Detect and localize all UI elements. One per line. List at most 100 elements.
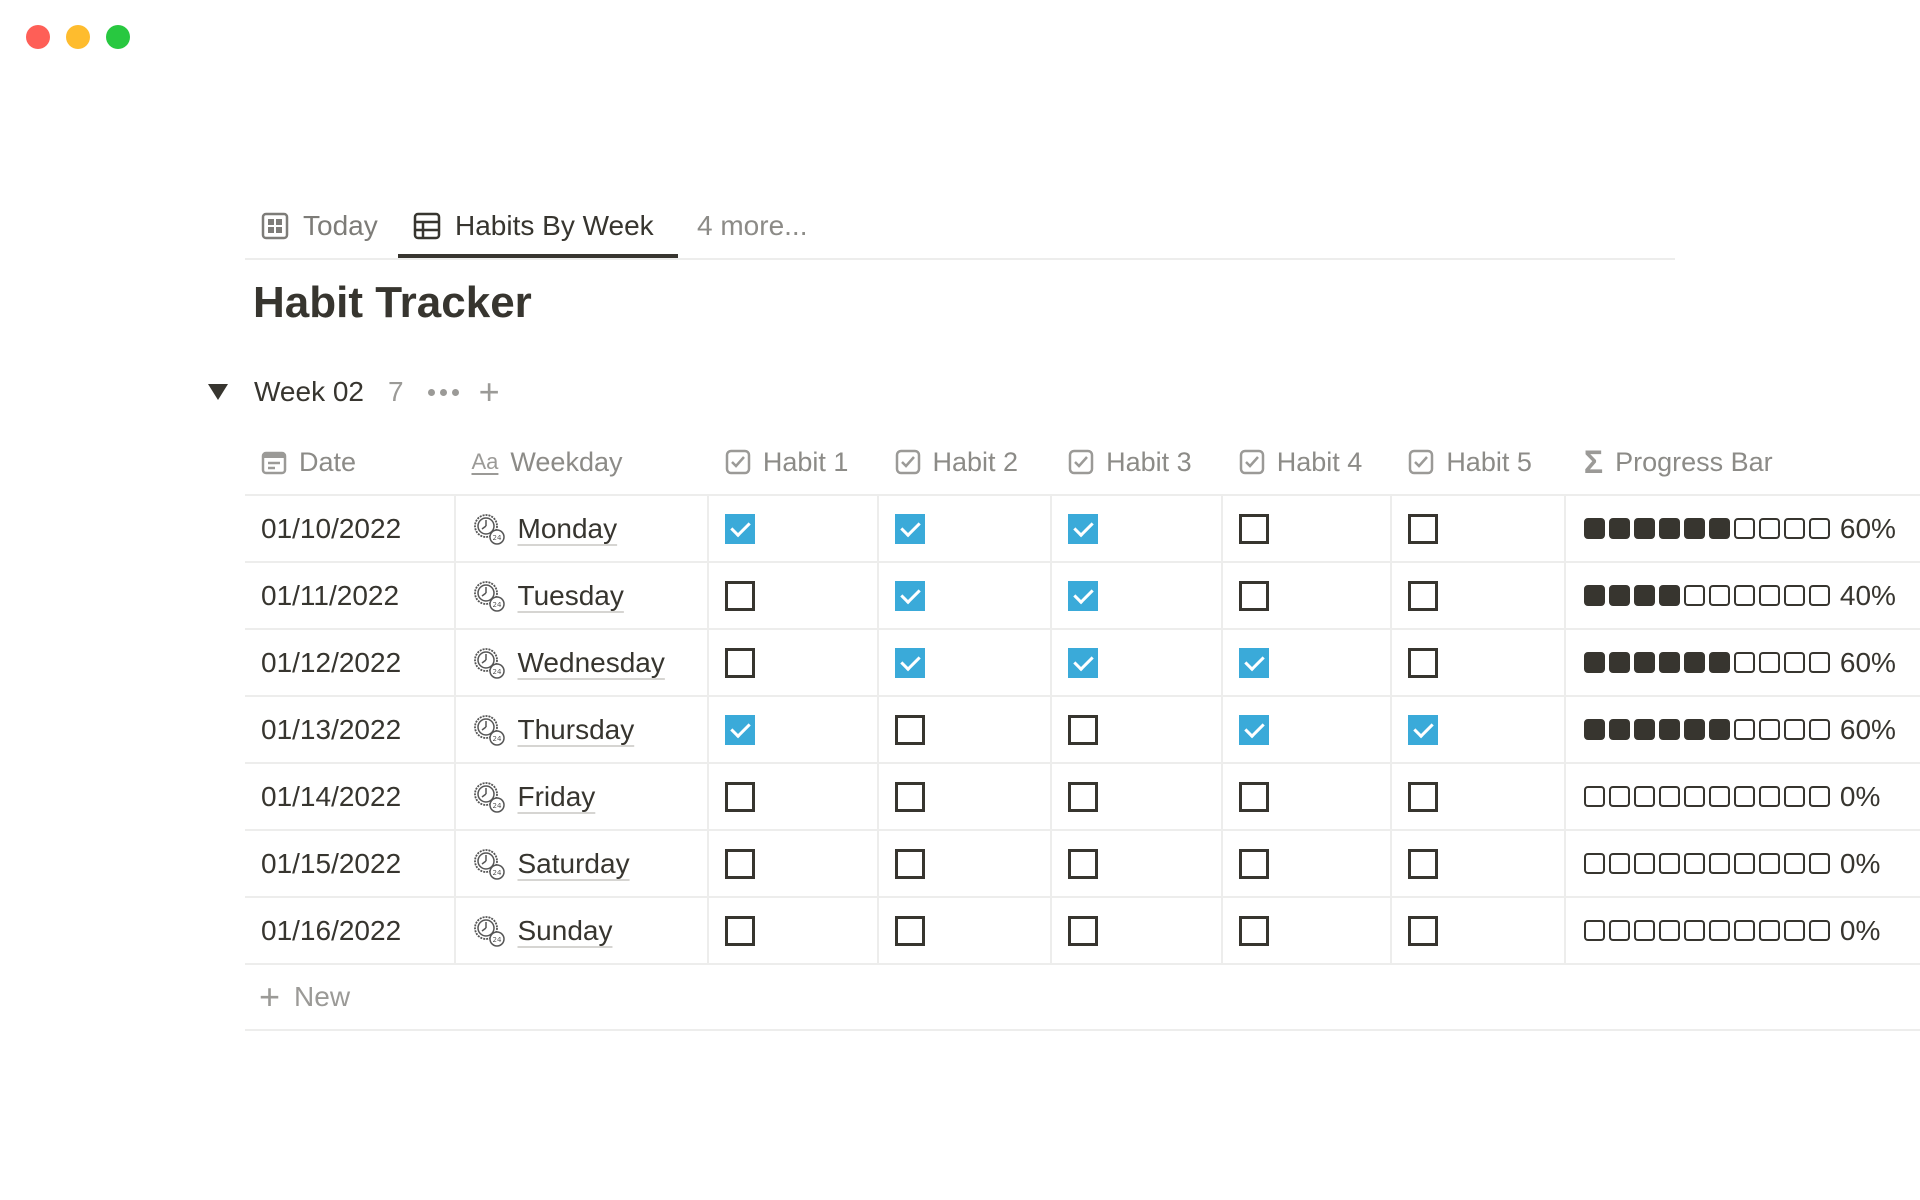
date-cell[interactable]: 01/16/2022 [245,898,456,963]
column-header-weekday[interactable]: Aa Weekday [456,430,709,494]
habit-1-checkbox[interactable] [724,714,755,745]
habit-2-cell [879,496,1053,561]
progress-bar [1583,585,1830,606]
column-header-date[interactable]: Date [245,430,456,494]
habit-2-checkbox[interactable] [894,848,925,879]
habit-1-checkbox[interactable] [724,513,755,544]
progress-square [1583,920,1605,941]
habit-5-checkbox[interactable] [1408,714,1439,745]
column-label: Date [299,446,357,477]
habit-1-checkbox[interactable] [724,580,755,611]
habit-1-checkbox[interactable] [724,781,755,812]
collapse-toggle-icon[interactable] [208,384,228,400]
habit-2-cell [879,898,1053,963]
habit-3-checkbox[interactable] [1068,848,1099,879]
habit-3-checkbox[interactable] [1068,714,1099,745]
habit-1-checkbox[interactable] [724,848,755,879]
progress-square [1633,652,1655,673]
habit-2-checkbox[interactable] [894,714,925,745]
date-cell[interactable]: 01/11/2022 [245,563,456,628]
habit-2-checkbox[interactable] [894,580,925,611]
habit-3-checkbox[interactable] [1068,781,1099,812]
weekday-cell[interactable]: 24 Thursday [456,697,709,762]
habit-4-checkbox[interactable] [1238,580,1269,611]
text-property-icon: Aa [471,449,499,474]
habit-4-checkbox[interactable] [1238,848,1269,879]
weekday-link[interactable]: Thursday [518,714,635,746]
weekday-cell[interactable]: 24 Monday [456,496,709,561]
weekday-link[interactable]: Saturday [518,848,630,880]
progress-square [1758,920,1780,941]
tab-habits-by-week[interactable]: Habits By Week [413,196,654,256]
weekday-cell[interactable]: 24 Sunday [456,898,709,963]
progress-square [1708,853,1730,874]
date-cell[interactable]: 01/12/2022 [245,630,456,695]
column-header-progress-bar[interactable]: Σ Progress Bar [1566,430,1920,494]
progress-square [1733,719,1755,740]
habit-2-checkbox[interactable] [894,647,925,678]
weekday-link[interactable]: Sunday [518,915,613,947]
habit-5-checkbox[interactable] [1408,647,1439,678]
habit-3-checkbox[interactable] [1068,647,1099,678]
column-header-habit-2[interactable]: Habit 2 [879,430,1053,494]
habit-1-checkbox[interactable] [724,915,755,946]
habit-3-checkbox[interactable] [1068,580,1099,611]
habit-1-checkbox[interactable] [724,647,755,678]
weekday-link[interactable]: Monday [518,513,618,545]
window-zoom-button[interactable] [106,25,130,49]
habit-2-checkbox[interactable] [894,781,925,812]
progress-square [1783,853,1805,874]
habit-4-checkbox[interactable] [1238,714,1269,745]
date-cell[interactable]: 01/14/2022 [245,764,456,829]
column-header-habit-1[interactable]: Habit 1 [709,430,879,494]
add-to-group-button[interactable]: + [479,374,500,410]
date-cell[interactable]: 01/10/2022 [245,496,456,561]
date-value: 01/12/2022 [261,646,402,678]
column-header-habit-3[interactable]: Habit 3 [1052,430,1223,494]
column-header-habit-5[interactable]: Habit 5 [1392,430,1566,494]
progress-square [1633,719,1655,740]
habit-1-cell [709,764,879,829]
weekday-cell[interactable]: 24 Wednesday [456,630,709,695]
progress-percent: 60% [1839,713,1896,745]
plus-icon: + [259,976,281,1017]
habit-4-checkbox[interactable] [1238,781,1269,812]
tab-today[interactable]: Today [261,196,378,256]
habit-5-checkbox[interactable] [1408,848,1439,879]
weekday-cell[interactable]: 24 Tuesday [456,563,709,628]
habit-5-checkbox[interactable] [1408,781,1439,812]
habit-5-checkbox[interactable] [1408,915,1439,946]
progress-square [1583,719,1605,740]
progress-square [1758,518,1780,539]
window-minimize-button[interactable] [66,25,90,49]
column-header-habit-4[interactable]: Habit 4 [1223,430,1393,494]
weekday-link[interactable]: Wednesday [518,647,665,679]
weekday-cell[interactable]: 24 Friday [456,764,709,829]
weekday-link[interactable]: Tuesday [518,580,624,612]
progress-square [1808,652,1830,673]
table-row: 01/10/2022 24 Monday 60% [245,496,1920,563]
clock-24-icon: 24 [472,914,506,948]
progress-square [1808,518,1830,539]
date-cell[interactable]: 01/15/2022 [245,831,456,896]
more-options-icon[interactable] [427,388,459,396]
habit-4-cell [1223,563,1393,628]
habit-2-checkbox[interactable] [894,915,925,946]
habit-3-checkbox[interactable] [1068,513,1099,544]
window-close-button[interactable] [26,25,50,49]
date-cell[interactable]: 01/13/2022 [245,697,456,762]
weekday-cell[interactable]: 24 Saturday [456,831,709,896]
progress-square [1658,719,1680,740]
habit-5-checkbox[interactable] [1408,580,1439,611]
weekday-link[interactable]: Friday [518,781,596,813]
habit-4-checkbox[interactable] [1238,915,1269,946]
progress-square [1783,786,1805,807]
habit-4-cell [1223,496,1393,561]
tab-more-views[interactable]: 4 more... [697,196,807,256]
new-row-button[interactable]: + New [245,965,1920,1031]
habit-4-checkbox[interactable] [1238,647,1269,678]
habit-3-checkbox[interactable] [1068,915,1099,946]
habit-2-checkbox[interactable] [894,513,925,544]
habit-5-checkbox[interactable] [1408,513,1439,544]
habit-4-checkbox[interactable] [1238,513,1269,544]
